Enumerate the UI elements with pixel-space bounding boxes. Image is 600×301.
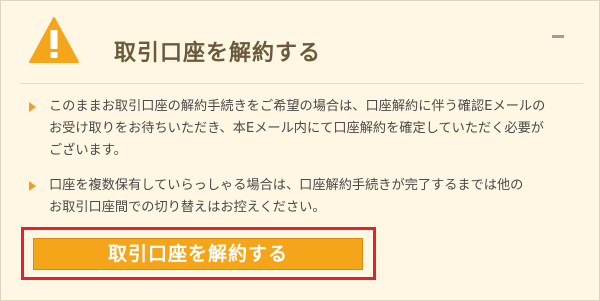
notice-line: このままお取引口座の解約手続きをご希望の場合は、口座解約に伴う確認Eメールの [49,99,546,114]
notice-line: お受け取りをお待ちいただき、本Eメール内にて口座解約を確定していただく必要が [49,121,544,136]
page-title: 取引口座を解約する [114,41,322,66]
close-account-button[interactable]: 取引口座を解約する [33,238,363,270]
bullet-arrow-icon [29,181,36,191]
highlight-frame: 取引口座を解約する [21,227,376,280]
notice-confirmation-email: このままお取引口座の解約手続きをご希望の場合は、口座解約に伴う確認Eメールの お… [29,96,589,162]
notice-text: 口座を複数保有していらっしゃる場合は、口座解約手続きが完了するまでは他の お取引… [49,175,594,219]
notice-line: お取引口座間での切り替えはお控えください。 [49,200,326,215]
notice-multiple-accounts: 口座を複数保有していらっしゃる場合は、口座解約手続きが完了するまでは他の お取引… [29,175,589,219]
panel-header: 取引口座を解約する [1,1,599,83]
warning-icon [29,17,79,63]
bullet-arrow-icon [29,102,36,112]
close-account-panel: 取引口座を解約する このままお取引口座の解約手続きをご希望の場合は、口座解約に伴… [0,0,600,301]
header-divider [19,83,583,84]
notice-line: ございます。 [49,143,127,158]
notice-text: このままお取引口座の解約手続きをご希望の場合は、口座解約に伴う確認Eメールの お… [49,96,594,162]
notice-line: 口座を複数保有していらっしゃる場合は、口座解約手続きが完了するまでは他の [49,178,524,193]
minimize-icon[interactable] [547,21,571,43]
